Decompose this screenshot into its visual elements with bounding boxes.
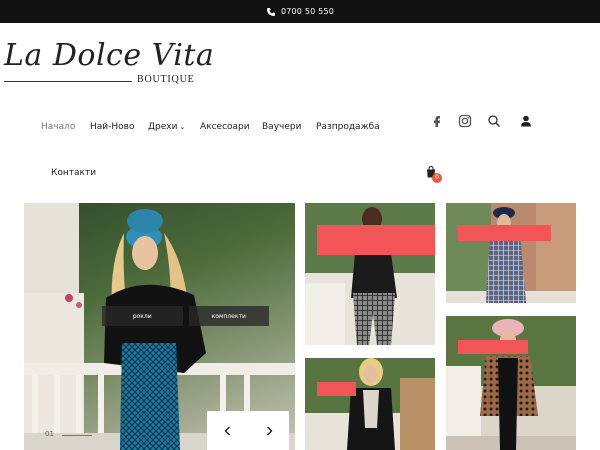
redacted-label (458, 340, 528, 354)
cart-count-badge: 0 (432, 173, 442, 183)
hero-category-tabs: рокли комплекти (102, 306, 269, 326)
nav-clothes[interactable]: Дрехи ⌄ (148, 122, 185, 132)
top-bar: 0700 50 550 (0, 0, 600, 23)
logo-rule (4, 81, 132, 82)
nav-new[interactable]: Най-Ново (90, 122, 134, 132)
site-logo[interactable]: La Dolce Vita BOUTIQUE (0, 38, 214, 94)
hero-slider[interactable]: рокли комплекти 01 (24, 203, 295, 450)
nav-sale[interactable]: Разпродажба (316, 122, 380, 132)
product-tile-2[interactable] (446, 203, 576, 303)
chevron-down-icon: ⌄ (179, 123, 186, 131)
slide-progress-line (62, 435, 92, 436)
product-tile-4[interactable] (446, 316, 576, 450)
redacted-label (317, 225, 435, 255)
product-tile-3[interactable] (305, 358, 435, 450)
search-icon[interactable] (487, 114, 501, 128)
facebook-icon[interactable] (430, 114, 444, 128)
product-image-2 (446, 203, 576, 303)
phone-number[interactable]: 0700 50 550 (281, 7, 334, 16)
product-tile-1[interactable] (305, 203, 435, 345)
hero-tab-sets[interactable]: комплекти (188, 306, 269, 326)
phone-icon (266, 7, 275, 16)
redacted-label (458, 225, 551, 241)
instagram-icon[interactable] (458, 114, 472, 128)
product-image-4 (446, 316, 576, 450)
slider-prev-button[interactable] (207, 411, 248, 450)
nav-vouchers[interactable]: Ваучери (262, 122, 301, 132)
nav-contacts[interactable]: Контакти (51, 168, 96, 178)
chevron-right-icon (266, 426, 272, 435)
slide-counter: 01 (45, 430, 54, 438)
nav-home[interactable]: Начало (41, 122, 75, 132)
chevron-left-icon (224, 426, 230, 435)
logo-script: La Dolce Vita (4, 38, 215, 73)
nav-accessories[interactable]: Аксесоари (200, 122, 250, 132)
slider-next-button[interactable] (248, 411, 289, 450)
redacted-label (317, 382, 356, 396)
product-image-3 (305, 358, 435, 450)
hero-tab-dresses[interactable]: рокли (102, 306, 183, 326)
logo-subtitle: BOUTIQUE (137, 74, 195, 85)
user-icon[interactable] (519, 114, 533, 128)
nav-clothes-label: Дрехи (148, 122, 178, 132)
